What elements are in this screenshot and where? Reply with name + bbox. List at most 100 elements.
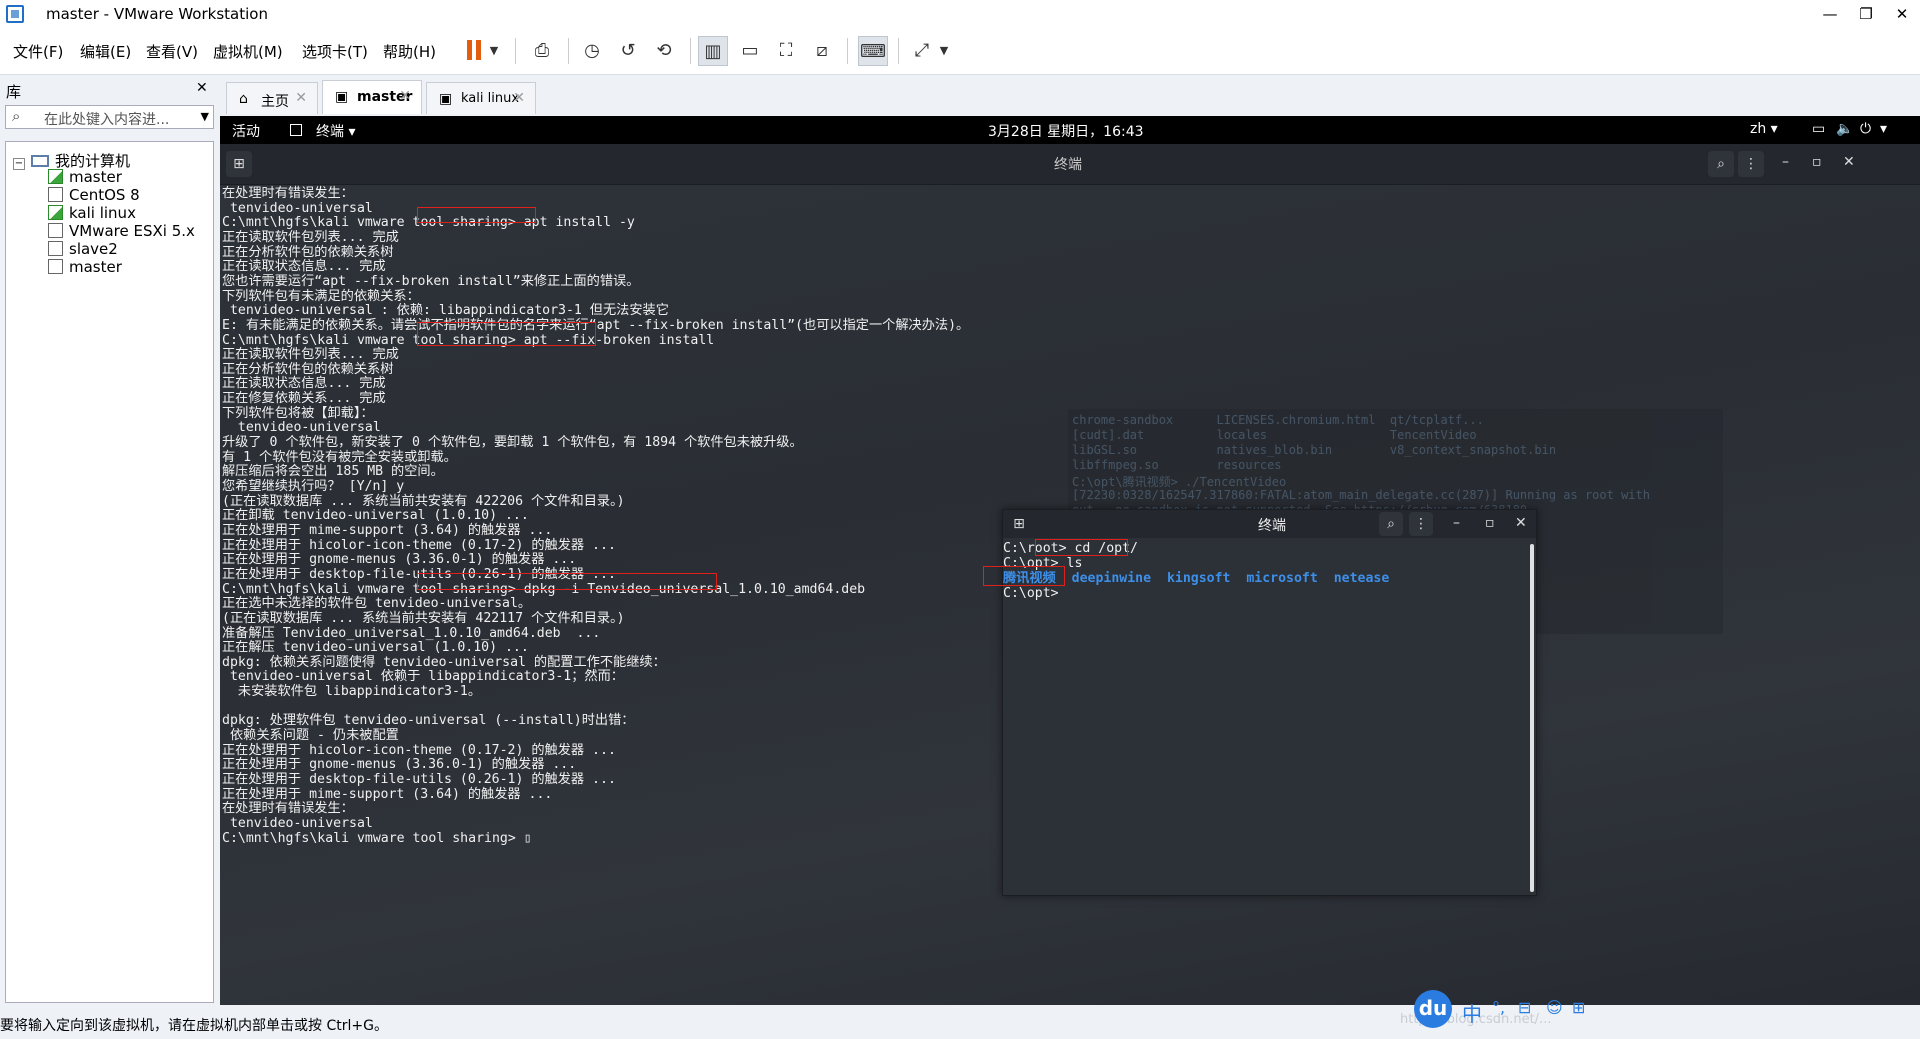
tree-item-kali[interactable]: kali linux: [48, 204, 136, 224]
toolbar-separator: [568, 38, 569, 64]
library-view-icon[interactable]: ▥: [698, 36, 728, 66]
terminal2-title: 终端: [1258, 518, 1286, 534]
library-panel: 库 ✕ ⌕ 在此处键入内容进... ▼ − 我的计算机 master CentOS…: [0, 75, 216, 1005]
minimize-icon[interactable]: –: [1453, 515, 1460, 531]
new-tab-icon[interactable]: ⊞: [226, 151, 252, 177]
menu-edit[interactable]: 编辑(E): [80, 41, 131, 62]
highlight-box: [983, 566, 1065, 586]
close-icon[interactable]: ✕: [513, 90, 525, 106]
tree-item-esxi[interactable]: VMware ESXi 5.x: [48, 222, 195, 242]
toolbar-separator: [515, 38, 516, 64]
ime-logo[interactable]: du: [1414, 990, 1452, 1028]
terminal-line: C:\mnt\hgfs\kali vmware tool sharing> ▯: [222, 830, 532, 846]
maximize-icon[interactable]: ▫: [1812, 154, 1822, 170]
ghost-line: libffmpeg.so resources: [1072, 458, 1282, 472]
chevron-down-icon[interactable]: ▼: [201, 110, 209, 123]
thumbnail-view-icon[interactable]: ▭: [736, 36, 764, 64]
tree-item-label: master: [69, 258, 122, 276]
ime-toolbox-icon[interactable]: ⊟: [1518, 998, 1531, 1017]
snapshot-manager-icon[interactable]: ⟲: [650, 36, 678, 64]
language-selector[interactable]: zh ▾: [1750, 121, 1778, 137]
send-ctrl-alt-del-icon[interactable]: ⎙: [528, 36, 556, 64]
vm-tree: − 我的计算机 master CentOS 8 kali linux VMware…: [5, 141, 214, 1003]
ghost-line: [72230:0328/162547.317860:FATAL:atom_mai…: [1072, 488, 1650, 502]
tree-root[interactable]: − 我的计算机: [13, 150, 130, 170]
unity-icon[interactable]: ⧄: [808, 36, 836, 64]
menu-tabs[interactable]: 选项卡(T): [302, 41, 368, 62]
terminal-line: 未安装软件包 libappindicator3-1。: [222, 684, 482, 700]
ime-user-icon[interactable]: ☺: [1546, 998, 1563, 1017]
menu-vm[interactable]: 虚拟机(M): [213, 41, 283, 62]
revert-snapshot-icon[interactable]: ↺: [614, 36, 642, 64]
close-icon[interactable]: ✕: [1515, 515, 1527, 531]
power-icon[interactable]: ⏻: [1860, 121, 1871, 137]
ime-language[interactable]: 中: [1462, 998, 1482, 1027]
title-bar: master - VMware Workstation — ❐ ✕: [0, 0, 1920, 28]
tree-item-label: slave2: [69, 240, 118, 258]
volume-icon[interactable]: 🔈: [1836, 121, 1853, 137]
close-icon[interactable]: ✕: [1843, 154, 1855, 170]
stretch-dropdown-icon[interactable]: ▼: [936, 36, 952, 64]
restore-button[interactable]: ❐: [1848, 0, 1884, 28]
tree-item-slave2[interactable]: slave2: [48, 240, 118, 260]
toolbar-separator: [690, 38, 691, 64]
tab-kali[interactable]: ▣ kali linux ✕: [426, 82, 536, 114]
ls-entry: deepinwine: [1071, 571, 1152, 586]
tab-label: kali linux: [461, 91, 520, 106]
menu-icon[interactable]: ⋮: [1409, 512, 1433, 536]
tree-item-master2[interactable]: master: [48, 258, 122, 278]
tree-item-master[interactable]: master: [48, 168, 122, 188]
screen-icon[interactable]: ▭: [1812, 121, 1825, 137]
search-icon: ⌕: [12, 107, 21, 125]
menu-help[interactable]: 帮助(H): [383, 41, 436, 62]
terminal-window-2[interactable]: ⊞ 终端 ⌕ ⋮ – ▫ ✕ C:\root> cd /opt/ C:\opt>…: [983, 509, 1537, 896]
close-icon[interactable]: ✕: [295, 90, 307, 106]
terminal-header: ⊞ 终端 ⌕ ⋮ – ▫ ✕: [220, 144, 1920, 185]
ls-entry: netease: [1333, 571, 1390, 586]
ghost-line: chrome-sandbox LICENSES.chromium.html qt…: [1072, 413, 1484, 427]
terminal-app-icon: [290, 124, 302, 136]
menu-file[interactable]: 文件(F): [13, 41, 63, 62]
tree-item-label: VMware ESXi 5.x: [69, 222, 195, 240]
minimize-button[interactable]: —: [1812, 0, 1848, 28]
vm-icon: [48, 259, 63, 274]
vm-display[interactable]: 活动 终端 ▾ 3月28日 星期日，16:43 zh ▾ ▭ 🔈 ⏻ ▾ ⊞ 终…: [220, 116, 1920, 1005]
menu-icon[interactable]: ⋮: [1738, 151, 1764, 177]
tab-label: 主页: [261, 94, 289, 110]
system-menu-chevron-icon[interactable]: ▾: [1880, 121, 1887, 137]
search-icon[interactable]: ⌕: [1379, 512, 1403, 536]
app-menu[interactable]: 终端 ▾: [316, 121, 355, 141]
console-view-icon[interactable]: ⌨: [858, 36, 888, 66]
fullscreen-icon[interactable]: ⛶: [772, 36, 800, 64]
maximize-icon[interactable]: ▫: [1485, 515, 1495, 531]
highlight-box: [417, 207, 536, 223]
menu-toolbar: 文件(F) 编辑(E) 查看(V) 虚拟机(M) 选项卡(T) 帮助(H) ▼ …: [0, 28, 1920, 75]
activities-button[interactable]: 活动: [232, 121, 260, 141]
pause-dropdown-icon[interactable]: ▼: [486, 36, 502, 64]
minimize-icon[interactable]: –: [1782, 154, 1789, 170]
search-icon[interactable]: ⌕: [1708, 151, 1734, 177]
library-close-button[interactable]: ✕: [196, 80, 208, 96]
search-placeholder: 在此处键入内容进...: [44, 112, 170, 128]
ime-grid-icon[interactable]: ⊞: [1572, 998, 1585, 1017]
terminal2-header: ⊞ 终端 ⌕ ⋮ – ▫ ✕: [1003, 510, 1536, 538]
pause-button[interactable]: [460, 36, 488, 64]
menu-view[interactable]: 查看(V): [146, 41, 198, 62]
collapse-icon[interactable]: −: [13, 158, 25, 170]
snapshot-icon[interactable]: ◷: [578, 36, 606, 64]
tab-home[interactable]: ⌂ 主页 ✕: [226, 82, 318, 114]
tab-master[interactable]: ▣ master ✕: [322, 80, 422, 114]
tree-item-centos[interactable]: CentOS 8: [48, 186, 140, 206]
scrollbar[interactable]: [1530, 544, 1534, 892]
gnome-top-bar: 活动 终端 ▾ 3月28日 星期日，16:43 zh ▾ ▭ 🔈 ⏻ ▾: [220, 116, 1920, 144]
highlight-box: [417, 322, 596, 346]
new-tab-icon[interactable]: ⊞: [1007, 512, 1031, 536]
tab-strip: ⌂ 主页 ✕ ▣ master ✕ ▣ kali linux ✕: [220, 78, 1920, 116]
clock[interactable]: 3月28日 星期日，16:43: [988, 121, 1144, 141]
stretch-guest-icon[interactable]: ⤢: [908, 36, 936, 64]
vm-running-icon: [48, 169, 63, 184]
close-button[interactable]: ✕: [1884, 0, 1920, 28]
close-icon[interactable]: ✕: [399, 88, 411, 104]
ime-punct-icon[interactable]: °,: [1492, 998, 1505, 1017]
library-search-input[interactable]: ⌕ 在此处键入内容进... ▼: [5, 105, 214, 129]
